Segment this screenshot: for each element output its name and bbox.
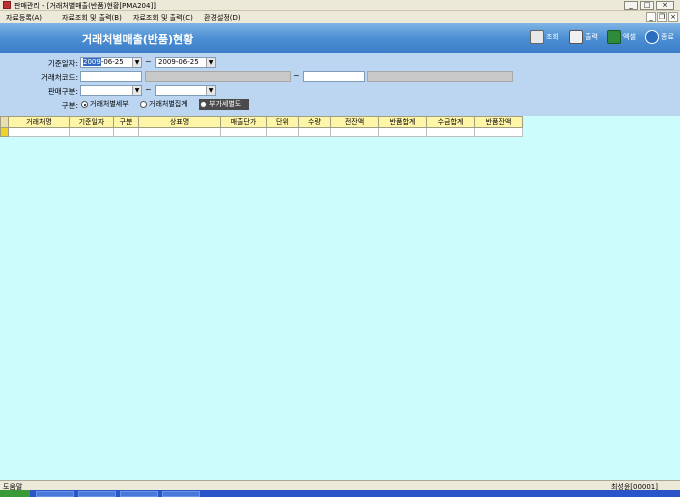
exit-button[interactable]: 종료 bbox=[645, 30, 674, 48]
column-header[interactable]: 반품잔액 bbox=[474, 116, 523, 128]
column-header[interactable]: 단위 bbox=[266, 116, 299, 128]
row-header-corner bbox=[0, 116, 9, 128]
table-cell[interactable] bbox=[298, 127, 331, 137]
column-header[interactable]: 거래처명 bbox=[8, 116, 70, 128]
taskbar-item[interactable] bbox=[78, 491, 116, 497]
mdi-close-button[interactable]: × bbox=[668, 12, 678, 22]
range-separator: ~ bbox=[145, 57, 152, 66]
table-cell[interactable] bbox=[426, 127, 475, 137]
column-header[interactable]: 매출단가 bbox=[220, 116, 267, 128]
column-header[interactable]: 구분 bbox=[113, 116, 139, 128]
chevron-down-icon[interactable]: ▼ bbox=[206, 86, 215, 95]
table-cell[interactable] bbox=[138, 127, 221, 137]
print-button[interactable]: 출력 bbox=[569, 30, 598, 48]
menu-bar: 자료등록(A) 자료조회 및 출력(B) 자료조회 및 출력(C) 환경설정(D… bbox=[0, 11, 680, 23]
close-button[interactable]: × bbox=[656, 1, 674, 10]
row-header-current[interactable] bbox=[0, 127, 9, 137]
range-separator: ~ bbox=[293, 71, 300, 80]
column-header[interactable]: 수량 bbox=[298, 116, 331, 128]
column-header[interactable]: 전잔액 bbox=[330, 116, 379, 128]
power-icon bbox=[645, 30, 659, 44]
page-title: 거래처별매출(반품)현황 bbox=[82, 33, 194, 46]
table-row[interactable] bbox=[0, 127, 523, 137]
taskbar-item[interactable] bbox=[162, 491, 200, 497]
table-cell[interactable] bbox=[474, 127, 523, 137]
window-titlebar: 판매관리 - [거래처별매출(반품)현황[PMA204]] _ □ × bbox=[0, 0, 680, 11]
taskbar-item[interactable] bbox=[120, 491, 158, 497]
radio-vat-separate[interactable]: 부가세별도 bbox=[199, 99, 249, 110]
table-cell[interactable] bbox=[330, 127, 379, 137]
radio-dot bbox=[81, 101, 88, 108]
radio-dot bbox=[140, 101, 147, 108]
range-separator: ~ bbox=[145, 85, 152, 94]
window-title: 판매관리 - [거래처별매출(반품)현황[PMA204]] bbox=[14, 2, 156, 10]
menu-item-query-print-c[interactable]: 자료조회 및 출력(C) bbox=[133, 13, 193, 23]
printer-icon bbox=[569, 30, 583, 44]
chevron-down-icon[interactable]: ▼ bbox=[132, 86, 141, 95]
column-header[interactable]: 반품합계 bbox=[378, 116, 427, 128]
sales-type-label: 판매구분: bbox=[47, 87, 78, 96]
date-label: 기준일자: bbox=[47, 59, 78, 68]
table-cell[interactable] bbox=[69, 127, 114, 137]
column-header[interactable]: 상표명 bbox=[138, 116, 221, 128]
mdi-minimize-button[interactable]: _ bbox=[646, 12, 656, 22]
data-grid[interactable]: 거래처명 기준일자 구분 상표명 매출단가 단위 수량 전잔액 반품합계 수금합… bbox=[0, 116, 680, 480]
chevron-down-icon[interactable]: ▼ bbox=[206, 58, 215, 67]
table-cell[interactable] bbox=[220, 127, 267, 137]
table-cell[interactable] bbox=[266, 127, 299, 137]
customer-name-from-display bbox=[145, 71, 291, 82]
query-button[interactable]: 조회 bbox=[530, 30, 559, 48]
radio-dot bbox=[200, 101, 207, 108]
customer-name-to-display bbox=[367, 71, 513, 82]
sales-type-to-combo[interactable]: ▼ bbox=[155, 85, 216, 96]
customer-code-from-input[interactable] bbox=[80, 71, 142, 82]
customer-code-label: 거래처코드: bbox=[40, 73, 78, 82]
date-from-combo[interactable]: 2009-06-25 ▼ bbox=[80, 57, 142, 68]
column-header[interactable]: 수금합계 bbox=[426, 116, 475, 128]
status-bar: 도움말 최성윤[00001] bbox=[0, 480, 680, 491]
excel-button[interactable]: 엑셀 bbox=[607, 30, 636, 48]
menu-item-data-entry[interactable]: 자료등록(A) bbox=[6, 13, 42, 23]
os-taskbar bbox=[0, 490, 680, 497]
taskbar-item[interactable] bbox=[36, 491, 74, 497]
table-header-row: 거래처명 기준일자 구분 상표명 매출단가 단위 수량 전잔액 반품합계 수금합… bbox=[0, 116, 523, 128]
radio-customer-summary[interactable]: 거래처별집계 bbox=[139, 99, 199, 110]
results-table: 거래처명 기준일자 구분 상표명 매출단가 단위 수량 전잔액 반품합계 수금합… bbox=[0, 116, 523, 137]
table-cell[interactable] bbox=[8, 127, 70, 137]
form-header: 거래처별매출(반품)현황 조회 출력 엑셀 종료 bbox=[0, 23, 680, 53]
maximize-button[interactable]: □ bbox=[640, 1, 654, 10]
minimize-button[interactable]: _ bbox=[624, 1, 638, 10]
menu-item-settings[interactable]: 환경설정(D) bbox=[204, 13, 241, 23]
mdi-restore-button[interactable]: ❐ bbox=[657, 12, 667, 22]
menu-item-query-print-b[interactable]: 자료조회 및 출력(B) bbox=[62, 13, 122, 23]
chevron-down-icon[interactable]: ▼ bbox=[132, 58, 141, 67]
table-cell[interactable] bbox=[113, 127, 139, 137]
column-header[interactable]: 기준일자 bbox=[69, 116, 114, 128]
type-label: 구분: bbox=[61, 101, 78, 110]
excel-icon bbox=[607, 30, 621, 44]
start-button[interactable] bbox=[0, 490, 30, 497]
app-icon bbox=[3, 1, 11, 9]
sales-type-from-combo[interactable]: ▼ bbox=[80, 85, 142, 96]
table-cell[interactable] bbox=[378, 127, 427, 137]
customer-code-to-input[interactable] bbox=[303, 71, 365, 82]
date-to-combo[interactable]: 2009-06-25 ▼ bbox=[155, 57, 216, 68]
radio-customer-detail[interactable]: 거래처별세부 bbox=[80, 99, 139, 110]
search-doc-icon bbox=[530, 30, 544, 44]
